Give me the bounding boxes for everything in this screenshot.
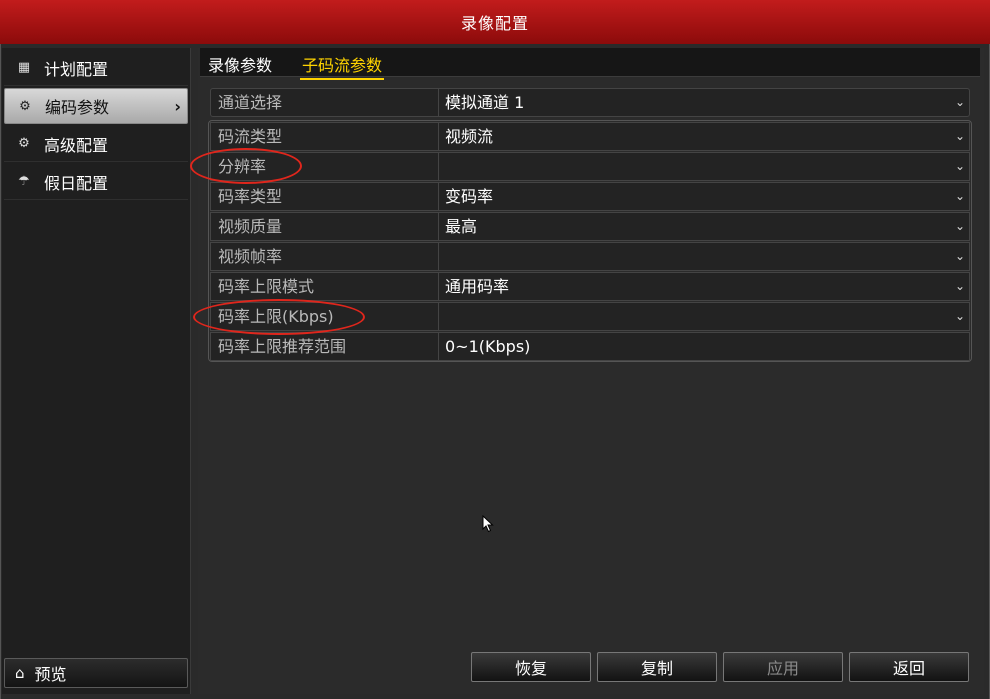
gears-icon: ⚙ <box>18 136 30 151</box>
tab-substream-params[interactable]: 子码流参数 <box>300 52 385 80</box>
chevron-right-icon: › <box>174 96 181 116</box>
stream-type-select[interactable]: 视频流 ⌄ <box>439 123 969 150</box>
sidebar-item-schedule[interactable]: ▦ 计划配置 <box>4 50 188 86</box>
mouse-cursor-icon <box>482 515 494 533</box>
back-button[interactable]: 返回 <box>849 652 969 682</box>
chevron-down-icon: ⌄ <box>954 189 965 203</box>
field-label: 通道选择 <box>211 89 439 116</box>
field-label: 视频质量 <box>211 213 439 240</box>
gear-icon: ⚙ <box>19 98 31 114</box>
channel-value: 模拟通道 1 <box>445 93 525 112</box>
field-label: 视频帧率 <box>211 243 439 270</box>
chevron-down-icon: ⌄ <box>954 249 965 263</box>
resolution-select[interactable]: ⌄ <box>439 153 969 180</box>
frame-rate-select[interactable]: ⌄ <box>439 243 969 270</box>
stream-type-row: 码流类型 视频流 ⌄ <box>210 122 970 151</box>
sidebar-item-holiday[interactable]: ☂ 假日配置 <box>4 164 188 200</box>
video-quality-select[interactable]: 最高 ⌄ <box>439 213 969 240</box>
field-label: 码流类型 <box>211 123 439 150</box>
chevron-down-icon: ⌄ <box>954 159 965 173</box>
chevron-down-icon: ⌄ <box>954 95 965 109</box>
annotation-circle-resolution <box>190 148 302 184</box>
restore-button[interactable]: 恢复 <box>471 652 591 682</box>
resolution-row: 分辨率 ⌄ <box>210 152 970 181</box>
apply-button[interactable]: 应用 <box>723 652 843 682</box>
field-label: 码率上限推荐范围 <box>211 333 439 360</box>
bitrate-mode-row: 码率上限模式 通用码率 ⌄ <box>210 272 970 301</box>
video-quality-row: 视频质量 最高 ⌄ <box>210 212 970 241</box>
copy-button[interactable]: 复制 <box>597 652 717 682</box>
tab-bar: 录像参数 子码流参数 <box>200 48 980 80</box>
chevron-down-icon: ⌄ <box>954 219 965 233</box>
tab-record-params[interactable]: 录像参数 <box>206 52 274 78</box>
sidebar-item-label: 编码参数 <box>45 98 110 117</box>
bitrate-type-select[interactable]: 变码率 ⌄ <box>439 183 969 210</box>
bitrate-type-row: 码率类型 变码率 ⌄ <box>210 182 970 211</box>
sidebar-item-label: 高级配置 <box>44 135 109 155</box>
sidebar-item-advanced[interactable]: ⚙ 高级配置 <box>4 126 188 162</box>
sidebar-item-label: 假日配置 <box>44 173 109 193</box>
preview-button[interactable]: ⌂ 预览 <box>4 658 188 688</box>
main-panel: 录像参数 子码流参数 通道选择 模拟通道 1 ⌄ 码流类型 视频流 ⌄ 分辨率 … <box>198 48 984 694</box>
window-title: 录像配置 <box>0 0 990 44</box>
channel-select-row: 通道选择 模拟通道 1 ⌄ <box>210 88 970 117</box>
chevron-down-icon: ⌄ <box>954 279 965 293</box>
calendar-icon: ▦ <box>17 60 31 75</box>
field-label: 码率类型 <box>211 183 439 210</box>
chevron-down-icon: ⌄ <box>954 309 965 323</box>
sidebar: ▦ 计划配置 ⚙ 编码参数 › ⚙ 高级配置 ☂ 假日配置 <box>2 48 191 694</box>
bitrate-limit-select[interactable]: ⌄ <box>439 303 969 330</box>
annotation-circle-bitrate-limit <box>193 299 365 335</box>
video-quality-value: 最高 <box>445 217 478 236</box>
home-icon: ⌂ <box>15 664 25 682</box>
chevron-down-icon: ⌄ <box>954 129 965 143</box>
frame-rate-row: 视频帧率 ⌄ <box>210 242 970 271</box>
umbrella-icon: ☂ <box>18 174 30 189</box>
preview-label: 预览 <box>34 665 67 684</box>
sidebar-item-encoding[interactable]: ⚙ 编码参数 › <box>4 88 188 124</box>
channel-select[interactable]: 模拟通道 1 ⌄ <box>439 89 969 116</box>
bitrate-range-row: 码率上限推荐范围 0~1(Kbps) <box>210 332 970 361</box>
bitrate-mode-select[interactable]: 通用码率 ⌄ <box>439 273 969 300</box>
bitrate-range-value: 0~1(Kbps) <box>445 337 531 356</box>
bitrate-mode-value: 通用码率 <box>445 277 510 296</box>
stream-type-value: 视频流 <box>445 127 494 146</box>
field-label: 码率上限模式 <box>211 273 439 300</box>
sidebar-item-label: 计划配置 <box>44 59 109 79</box>
bitrate-type-value: 变码率 <box>445 187 494 206</box>
